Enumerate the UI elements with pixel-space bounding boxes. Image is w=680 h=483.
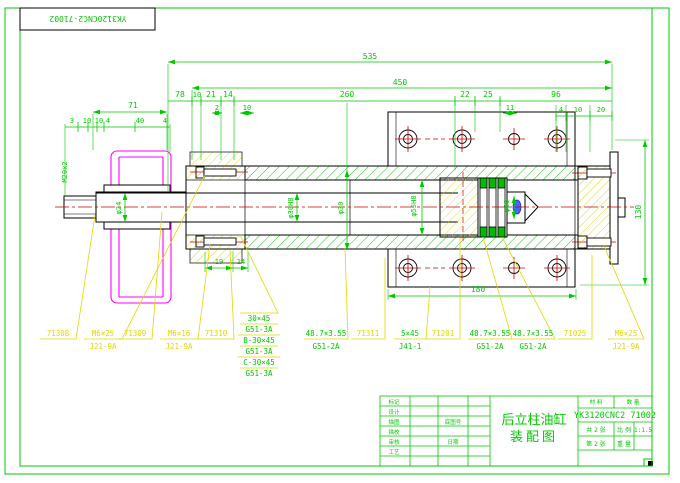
dim-3: 3 — [70, 117, 74, 125]
tb-title-line1: 后立柱油缸 — [501, 412, 566, 428]
tb-drawing-no: YK3120CNC2 71002 — [574, 411, 656, 421]
callout-71310: 71310 — [205, 329, 228, 338]
callout-seal-stack-4: G51-3A — [245, 347, 273, 356]
dim-phi55h8: φ55H8 — [410, 195, 418, 216]
dim-40: 40 — [136, 117, 144, 125]
dim-4c: 4 — [163, 117, 167, 125]
tb-left-r2: 设计 — [388, 408, 400, 416]
cad-sheet: YK3120CNC2-71002 535 450 78 10 21 14 260… — [0, 0, 680, 483]
dim-10e: 10 — [95, 117, 103, 125]
callout-seal-stack-6: G51-3A — [245, 369, 273, 378]
dim-450: 450 — [393, 78, 408, 87]
dim-m20: M20x2 — [61, 161, 69, 182]
dim-4b: 4 — [106, 117, 110, 125]
callout-oring-1: 48.7×3.55 — [306, 329, 347, 338]
callout-oring-3: 48.7×3.55 — [513, 329, 554, 338]
dim-14: 14 — [223, 90, 233, 99]
tb-left-r6: 工艺 — [388, 449, 400, 456]
callout-seal-stack-2: G51-3A — [245, 325, 273, 334]
callout-oring-1-2: G51-2A — [312, 342, 340, 351]
callout-oring-3-2: G51-2A — [519, 342, 547, 351]
dim-10c: 10 — [574, 106, 582, 114]
dim-19: 19 — [215, 258, 223, 266]
dim-78: 78 — [175, 90, 185, 99]
dim-71: 71 — [128, 101, 138, 110]
dim-180: 180 — [471, 285, 486, 294]
callout-seal-stack-5: C-30×45 — [243, 358, 275, 367]
tb-left-r5b: 日期 — [447, 439, 459, 446]
tb-qty-label: 数 量 — [627, 398, 640, 406]
callout-oring-2-2: G51-2A — [476, 342, 504, 351]
dim-22: 22 — [460, 90, 470, 99]
dim-260: 260 — [340, 90, 355, 99]
tb-left-r3b: 底图号 — [445, 418, 462, 426]
dim-phi24: φ24 — [115, 202, 123, 215]
dim-2: 2 — [215, 104, 219, 112]
callout-71025: 71025 — [564, 329, 587, 338]
tb-left-r3: 描图 — [388, 418, 400, 426]
callout-71201: 71201 — [432, 329, 455, 338]
tb-sheets: 共 2 张 — [586, 426, 606, 434]
dim-phi30: φ30 — [337, 202, 345, 215]
dim-535: 535 — [363, 52, 378, 61]
dim-phi30h8: φ30H8 — [287, 197, 295, 218]
tb-left-r5: 审核 — [388, 438, 400, 446]
part-callouts: 71308 M6×25 J21-9A 71309 M6×16 J21-9A 71… — [47, 314, 640, 378]
piston-seal-rings — [479, 177, 506, 238]
callout-71308: 71308 — [47, 329, 70, 338]
dim-10b: 10 — [243, 104, 251, 112]
title-block: 后立柱油缸 装配图 YK3120CNC2 71002 共 2 张 比 例 1:1… — [379, 395, 656, 467]
callout-m6x25-left-2: J21-9A — [89, 342, 117, 351]
tb-left-r4: 描校 — [388, 428, 400, 436]
dim-96: 96 — [551, 90, 561, 99]
callout-m6x16-2: J21-9A — [165, 342, 193, 351]
callout-5x45: 5×45 — [401, 329, 419, 338]
callout-oring-2: 48.7×3.55 — [470, 329, 511, 338]
callout-m6x16: M6×16 — [168, 329, 191, 338]
tb-left-r1: 标记 — [388, 398, 400, 406]
tb-scale: 1:1.5 — [634, 427, 652, 434]
dim-phi20: φ20 — [503, 200, 511, 213]
dim-10a: 10 — [193, 91, 201, 99]
dim-4a: 4 — [559, 106, 563, 114]
callout-m6x25-left: M6×25 — [92, 329, 115, 338]
callout-71309: 71309 — [124, 329, 147, 338]
dim-25: 25 — [483, 90, 493, 99]
callout-71311: 71311 — [357, 329, 380, 338]
dim-11: 11 — [506, 104, 514, 112]
tb-weight-label: 重 量 — [617, 440, 631, 448]
callout-5x45-2: J41-1 — [399, 342, 422, 351]
tb-sheet-no: 第 2 张 — [586, 440, 606, 448]
tb-material-label: 材 料 — [590, 398, 603, 406]
dim-20: 20 — [597, 106, 605, 114]
tb-scale-label: 比 例 — [617, 426, 631, 434]
dim-10d: 10 — [83, 117, 91, 125]
drawing-code-box: YK3120CNC2-71002 — [19, 7, 156, 31]
callout-m6x25-right-2: J21-9A — [612, 342, 640, 351]
tb-title-line2: 装配图 — [510, 430, 558, 445]
callout-seal-stack-3: B-30×45 — [243, 336, 275, 345]
dim-130: 130 — [634, 205, 643, 220]
callout-m6x25-right: M6×25 — [615, 329, 638, 338]
drawing-code-text: YK3120CNC2-71002 — [49, 14, 126, 23]
callout-seal-stack-1: 30×45 — [248, 314, 271, 323]
cad-drawing-canvas: YK3120CNC2-71002 535 450 78 10 21 14 260… — [4, 7, 670, 475]
dim-21: 21 — [206, 90, 216, 99]
end-cap — [572, 151, 626, 265]
dim-14b: 14 — [237, 258, 245, 266]
